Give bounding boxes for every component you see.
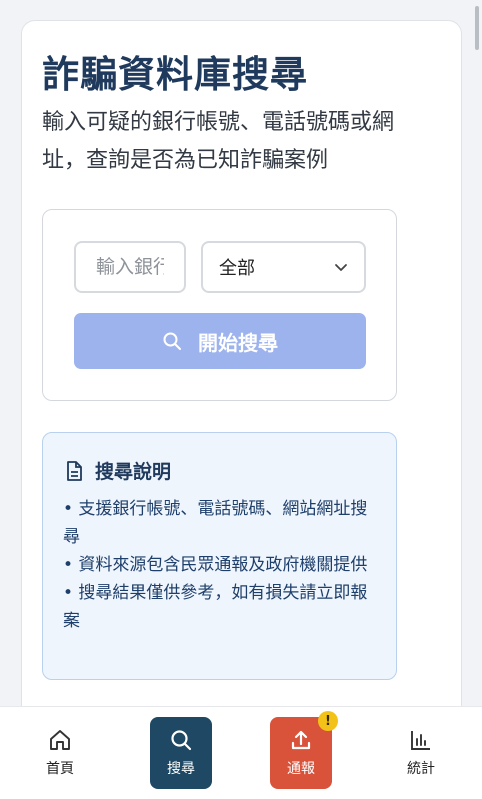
bottom-nav: 首頁 搜尋 ! 通報 統計 [0,706,482,799]
scrollbar-thumb[interactable] [475,6,479,50]
nav-home-label: 首頁 [46,761,74,777]
document-icon [65,460,83,481]
nav-search-label: 搜尋 [167,761,195,777]
help-box: 搜尋說明 • 支援銀行帳號、電話號碼、網站網址搜尋 • 資料來源包含民眾通報及政… [42,432,397,680]
search-icon [162,331,182,351]
search-button-label: 開始搜尋 [198,330,278,355]
search-panel: 全部 開始搜尋 [42,209,397,401]
search-button[interactable]: 開始搜尋 [74,313,366,369]
help-item: • 搜尋結果僅供參考，如有損失請立即報案 [63,583,368,631]
help-item: • 支援銀行帳號、電話號碼、網站網址搜尋 [63,499,368,547]
report-badge: ! [318,711,338,731]
page-title: 詐騙資料庫搜尋 [42,53,308,96]
type-select[interactable]: 全部 [201,241,366,293]
help-list: • 支援銀行帳號、電話號碼、網站網址搜尋 • 資料來源包含民眾通報及政府機關提供… [63,495,375,635]
page-subtitle: 輸入可疑的銀行帳號、電話號碼或網址，查詢是否為已知詐騙案例 [42,110,395,173]
scrollbar[interactable] [472,0,482,799]
upload-icon [289,728,313,752]
help-item: • 資料來源包含民眾通報及政府機關提供 [63,555,368,575]
help-title-label: 搜尋說明 [95,461,172,483]
chevron-down-icon [334,260,348,274]
nav-report[interactable]: ! 通報 [270,711,338,789]
nav-stats-label: 統計 [407,761,435,777]
search-icon [169,728,193,752]
bar-chart-icon [409,728,433,752]
nav-home[interactable]: 首頁 [29,717,91,789]
help-title: 搜尋說明 [65,457,171,484]
nav-search[interactable]: 搜尋 [150,717,212,789]
nav-stats[interactable]: 統計 [390,717,452,789]
type-select-value: 全部 [219,258,255,279]
home-icon [48,728,72,752]
search-input[interactable] [74,241,186,293]
nav-report-label: 通報 [287,761,315,777]
